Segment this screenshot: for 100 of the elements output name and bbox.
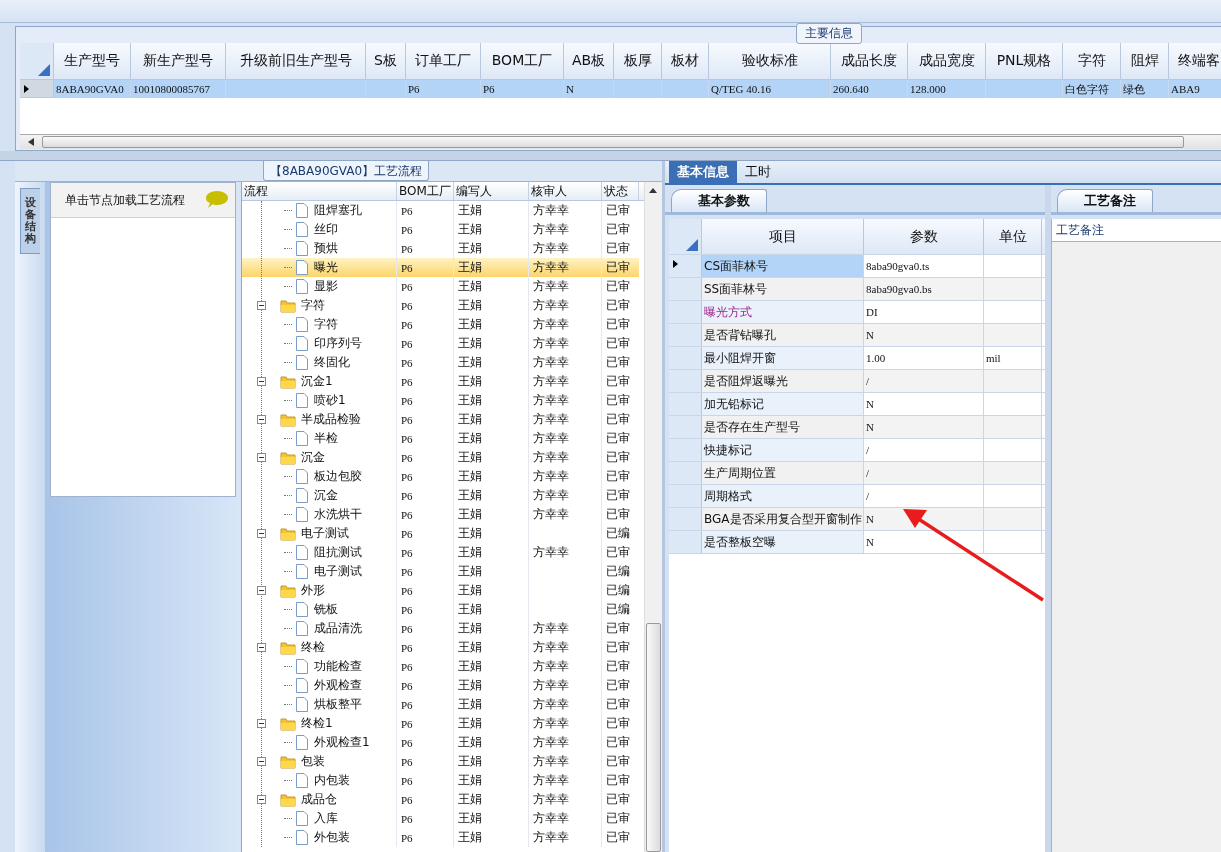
parameter-row[interactable]: 是否存在生产型号 N xyxy=(669,416,1045,439)
document-icon xyxy=(296,469,308,484)
tree-row[interactable]: 铣板 P6 王娟 已编 xyxy=(242,600,639,619)
document-icon xyxy=(296,602,308,617)
scroll-thumb[interactable] xyxy=(646,623,661,852)
column-header[interactable]: 参数 xyxy=(864,219,984,254)
tree-row[interactable]: 功能检查 P6 王娟 方幸幸 已审 xyxy=(242,657,639,676)
collapse-icon[interactable] xyxy=(257,719,266,728)
collapse-icon[interactable] xyxy=(257,301,266,310)
tab[interactable]: 基本信息 xyxy=(669,161,737,183)
panel-title-tab[interactable]: 【8ABA90GVA0】工艺流程 xyxy=(263,161,430,181)
tab[interactable]: 工时 xyxy=(737,161,779,183)
vertical-scrollbar[interactable] xyxy=(644,182,662,852)
tree-row[interactable]: 沉金 P6 王娟 方幸幸 已审 xyxy=(242,448,639,467)
parameter-row[interactable]: 是否阻焊返曝光 / xyxy=(669,370,1045,393)
tree-row[interactable]: 外形 P6 王娟 已编 xyxy=(242,581,639,600)
document-icon xyxy=(296,830,308,845)
column-header[interactable]: 状态 xyxy=(602,182,639,200)
collapse-icon[interactable] xyxy=(257,415,266,424)
tree-row[interactable]: 沉金1 P6 王娟 方幸幸 已审 xyxy=(242,372,639,391)
tree-node-label: 沉金 xyxy=(314,487,338,504)
tree-row[interactable]: 包装 P6 王娟 方幸幸 已审 xyxy=(242,752,639,771)
tree-row[interactable]: 阻抗测试 P6 王娟 方幸幸 已审 xyxy=(242,543,639,562)
tree-row[interactable]: 成品清洗 P6 王娟 方幸幸 已审 xyxy=(242,619,639,638)
tree-node-label: 水洗烘干 xyxy=(314,506,362,523)
side-tab[interactable]: 设备结构 xyxy=(20,188,40,255)
table-cell: P6 xyxy=(401,793,413,806)
document-icon xyxy=(296,336,308,351)
tree-node-label: 沉金1 xyxy=(301,373,333,390)
tree-row[interactable]: 曝光 P6 王娟 方幸幸 已审 xyxy=(242,258,639,277)
tree-row[interactable]: 外包装 P6 王娟 方幸幸 已审 xyxy=(242,828,639,847)
table-cell: 周期格式 xyxy=(704,487,752,505)
tree-row[interactable]: 内包装 P6 王娟 方幸幸 已审 xyxy=(242,771,639,790)
collapse-icon[interactable] xyxy=(257,757,266,766)
collapse-icon[interactable] xyxy=(257,795,266,804)
corner-icon xyxy=(38,64,50,76)
parameter-row[interactable]: SS面菲林号 8aba90gva0.bs xyxy=(669,278,1045,301)
table-cell: 已审 xyxy=(606,620,630,637)
parameter-row[interactable]: 是否背钻曝孔 N xyxy=(669,324,1045,347)
horizontal-scrollbar[interactable] xyxy=(20,134,1221,149)
table-row[interactable]: 8ABA90GVA0 10010800085767 P6 P6 N Q/TEG 40.16 260.640 128.000 白色字符 绿色 ABA9 xyxy=(20,80,1221,98)
tree-row[interactable]: 喷砂1 P6 王娟 方幸幸 已审 xyxy=(242,391,639,410)
tree-row[interactable]: 成品仓 P6 王娟 方幸幸 已审 xyxy=(242,790,639,809)
tree-row[interactable]: 终检 P6 王娟 方幸幸 已审 xyxy=(242,638,639,657)
table-cell: 王娟 xyxy=(458,297,482,314)
tree-row[interactable]: 终检1 P6 王娟 方幸幸 已审 xyxy=(242,714,639,733)
tree-row[interactable]: 丝印 P6 王娟 方幸幸 已审 xyxy=(242,220,639,239)
section-tab[interactable]: 工艺备注 xyxy=(1057,189,1153,212)
collapse-icon[interactable] xyxy=(257,453,266,462)
table-cell: N xyxy=(866,329,874,341)
table-cell: N xyxy=(866,513,874,525)
column-header[interactable]: 核审人 xyxy=(529,182,602,200)
parameter-row[interactable]: 曝光方式 DI xyxy=(669,301,1045,324)
collapse-icon[interactable] xyxy=(257,529,266,538)
scroll-up-icon[interactable] xyxy=(649,188,657,193)
tree-row[interactable]: 终固化 P6 王娟 方幸幸 已审 xyxy=(242,353,639,372)
tree-row[interactable]: 沉金 P6 王娟 方幸幸 已审 xyxy=(242,486,639,505)
parameter-row[interactable]: CS面菲林号 8aba90gva0.ts xyxy=(669,255,1045,278)
parameter-row[interactable]: 周期格式 / xyxy=(669,485,1045,508)
tree-row[interactable]: 烘板整平 P6 王娟 方幸幸 已审 xyxy=(242,695,639,714)
tree-row[interactable]: 外观检查1 P6 王娟 方幸幸 已审 xyxy=(242,733,639,752)
tree-row[interactable]: 阻焊塞孔 P6 王娟 方幸幸 已审 xyxy=(242,201,639,220)
tree-row[interactable]: 外观检查 P6 王娟 方幸幸 已审 xyxy=(242,676,639,695)
document-icon xyxy=(296,507,308,522)
tree-row[interactable]: 半检 P6 王娟 方幸幸 已审 xyxy=(242,429,639,448)
column-header[interactable]: 单位 xyxy=(984,219,1042,254)
parameter-row[interactable]: BGA是否采用复合型开窗制作 N xyxy=(669,508,1045,531)
tree-row[interactable]: 字符 P6 王娟 方幸幸 已审 xyxy=(242,315,639,334)
tree-row[interactable]: 水洗烘干 P6 王娟 方幸幸 已审 xyxy=(242,505,639,524)
column-header[interactable]: 编写人 xyxy=(454,182,529,200)
parameter-row[interactable]: 快捷标记 / xyxy=(669,439,1045,462)
table-cell: 8ABA90GVA0 xyxy=(56,83,124,95)
table-cell: 王娟 xyxy=(458,772,482,789)
column-header[interactable]: BOM工厂 xyxy=(397,182,454,200)
tree-row[interactable]: 入库 P6 王娟 方幸幸 已审 xyxy=(242,809,639,828)
table-cell: 方幸幸 xyxy=(533,411,569,428)
parameter-row[interactable]: 最小阻焊开窗 1.00 mil xyxy=(669,347,1045,370)
table-cell: P6 xyxy=(401,622,413,635)
scroll-left-icon[interactable] xyxy=(28,138,34,146)
tree-row[interactable]: 板边包胶 P6 王娟 方幸幸 已审 xyxy=(242,467,639,486)
scroll-thumb[interactable] xyxy=(42,136,1184,148)
tree-row[interactable]: 电子测试 P6 王娟 已编 xyxy=(242,524,639,543)
section-tab[interactable]: 基本参数 xyxy=(671,189,767,212)
tree-node-label: 外观检查1 xyxy=(314,734,370,751)
parameter-row[interactable]: 加无铅标记 N xyxy=(669,393,1045,416)
tree-row[interactable]: 印序列号 P6 王娟 方幸幸 已审 xyxy=(242,334,639,353)
tree-row[interactable]: 半成品检验 P6 王娟 方幸幸 已审 xyxy=(242,410,639,429)
collapse-icon[interactable] xyxy=(257,586,266,595)
table-cell: 已审 xyxy=(606,487,630,504)
collapse-icon[interactable] xyxy=(257,377,266,386)
column-header[interactable]: 流程 xyxy=(242,182,397,200)
tree-row[interactable]: 字符 P6 王娟 方幸幸 已审 xyxy=(242,296,639,315)
collapse-icon[interactable] xyxy=(257,643,266,652)
table-cell: 方幸幸 xyxy=(533,221,569,238)
parameter-row[interactable]: 是否整板空曝 N xyxy=(669,531,1045,554)
tree-row[interactable]: 显影 P6 王娟 方幸幸 已审 xyxy=(242,277,639,296)
tree-row[interactable]: 电子测试 P6 王娟 已编 xyxy=(242,562,639,581)
table-cell: 方幸幸 xyxy=(533,335,569,352)
parameter-row[interactable]: 生产周期位置 / xyxy=(669,462,1045,485)
column-header[interactable]: 项目 xyxy=(702,219,864,254)
